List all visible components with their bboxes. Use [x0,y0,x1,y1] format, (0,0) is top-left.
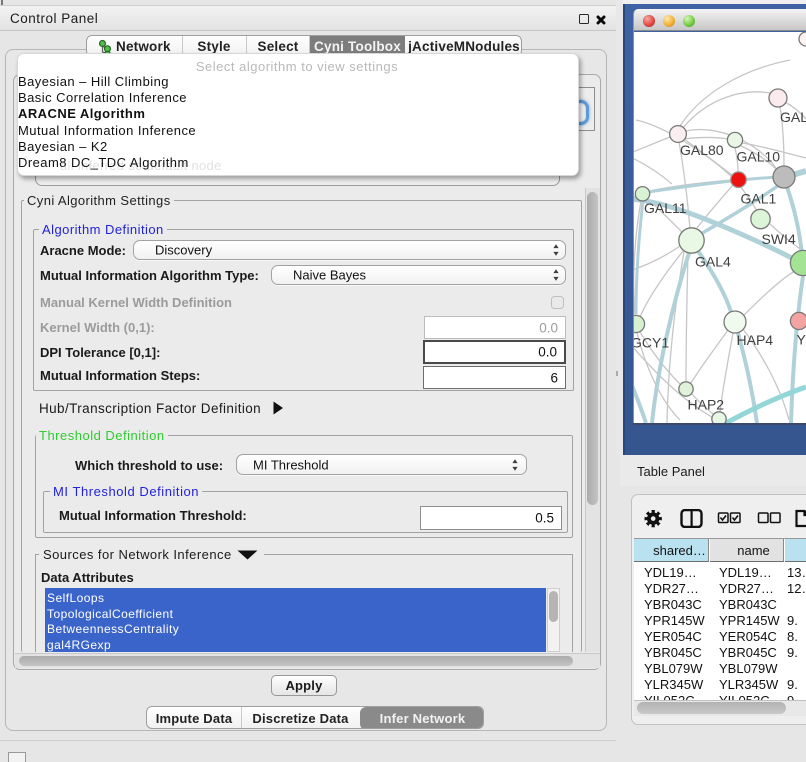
svg-text:SWI4: SWI4 [762,231,796,247]
svg-text:GAL4: GAL4 [695,254,731,270]
svg-text:Y: Y [797,332,806,348]
svg-text:HAP2: HAP2 [688,397,725,413]
svg-text:GCY1: GCY1 [634,335,669,351]
svg-text:HAP4: HAP4 [737,332,774,348]
svg-text:GAL10: GAL10 [737,149,781,165]
svg-text:GAL: GAL [780,109,806,125]
svg-text:GAL80: GAL80 [680,142,724,158]
svg-text:GAL11: GAL11 [644,200,687,216]
svg-text:GAL1: GAL1 [741,191,777,207]
